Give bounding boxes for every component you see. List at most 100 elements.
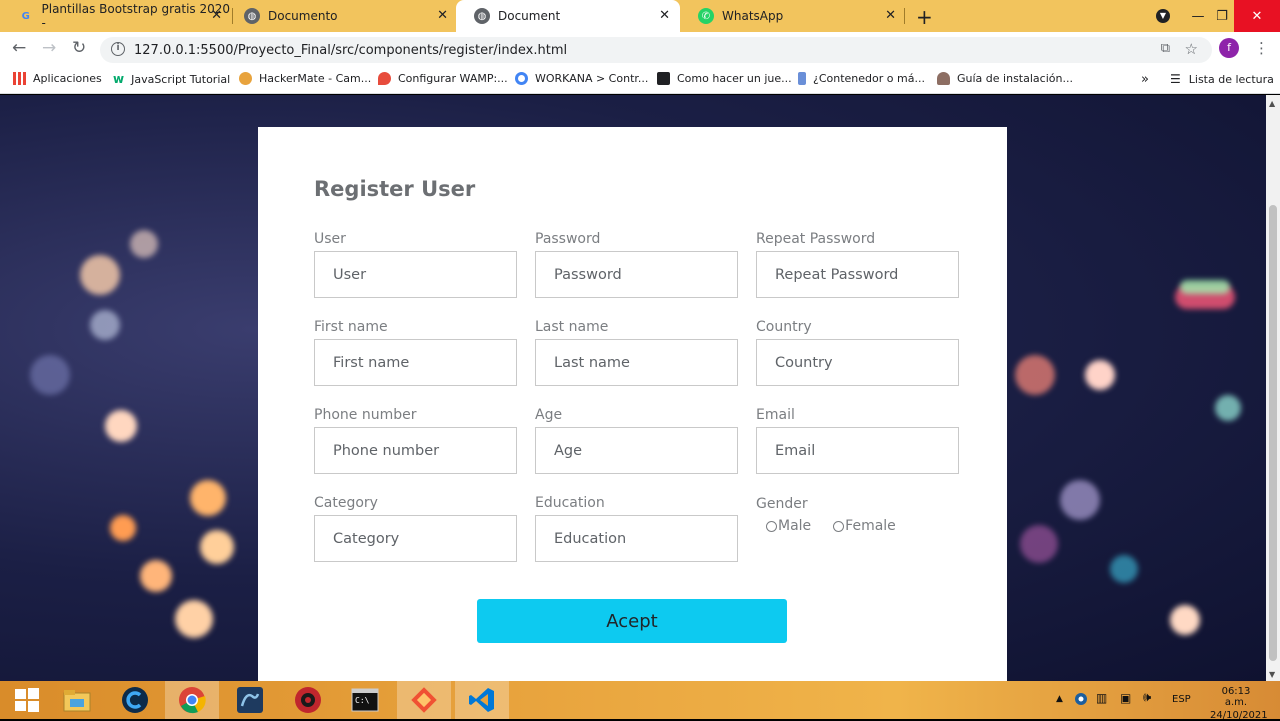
arrow-icon (798, 72, 806, 85)
bookmark-aplicaciones[interactable]: Aplicaciones (13, 72, 102, 85)
user-field: User (314, 231, 517, 298)
back-arrow-icon[interactable]: ← (12, 38, 26, 58)
network-icon[interactable]: ▣ (1120, 691, 1131, 705)
git-icon[interactable] (397, 681, 451, 719)
radio-circle-icon[interactable] (766, 520, 777, 532)
email-label: Email (756, 407, 795, 423)
category-field: Category (314, 495, 517, 562)
tab-whatsapp[interactable]: ✆ WhatsApp ✕ (680, 0, 906, 32)
user-label: User (314, 231, 346, 247)
gender-female-label: Female (845, 518, 896, 534)
education-input[interactable] (535, 515, 738, 562)
profile-avatar[interactable]: f (1219, 38, 1239, 58)
show-hidden-icons-button[interactable]: ▲ (1056, 694, 1063, 704)
email-input[interactable] (756, 427, 959, 474)
maximize-button[interactable]: ❐ (1210, 0, 1234, 32)
phone-number-field: Phone number (314, 407, 517, 474)
education-label: Education (535, 495, 605, 511)
first-name-field: First name (314, 319, 517, 386)
reload-icon[interactable]: ↻ (72, 38, 86, 58)
password-label: Password (535, 231, 601, 247)
accept-button[interactable]: Acept (477, 599, 787, 643)
bookmark-guia-instalacion[interactable]: Guía de instalación... (937, 72, 1073, 85)
first-name-label: First name (314, 319, 388, 335)
bookmark-label: JavaScript Tutorial (131, 72, 231, 86)
bookmark-hackermate[interactable]: HackerMate - Cam... (239, 72, 371, 85)
country-input[interactable] (756, 339, 959, 386)
last-name-input[interactable] (535, 339, 738, 386)
file-explorer-icon[interactable] (50, 681, 104, 719)
volume-icon[interactable]: 🕪 (1143, 690, 1151, 705)
age-field: Age (535, 407, 738, 474)
close-icon[interactable]: ✕ (885, 8, 896, 23)
clock[interactable]: 06:13 a.m. 24/10/2021 (1210, 686, 1268, 721)
age-input[interactable] (535, 427, 738, 474)
scroll-down-icon[interactable]: ▼ (1269, 670, 1275, 679)
bookmark-como-hacer-un-juego[interactable]: Como hacer un jue... (657, 72, 792, 85)
translate-icon[interactable]: ⧉ (1161, 41, 1170, 56)
tab-title: Plantillas Bootstrap gratis 2020 - (41, 2, 231, 30)
category-input[interactable] (314, 515, 517, 562)
bookmark-label: HackerMate - Cam... (259, 72, 372, 85)
country-label: Country (756, 319, 812, 335)
address-bar[interactable]: i 127.0.0.1:5500/Proyecto_Final/src/comp… (100, 37, 1212, 63)
repeat-password-input[interactable] (756, 251, 959, 298)
radio-circle-icon[interactable] (833, 520, 845, 532)
tab-title: Documento (268, 9, 338, 23)
forward-arrow-icon[interactable]: → (42, 38, 56, 58)
gender-female-radio[interactable]: Female (833, 518, 896, 534)
bookmark-label: Guía de instalación... (957, 72, 1073, 85)
device-icon[interactable]: ▥ (1096, 691, 1107, 705)
phone-number-input[interactable] (314, 427, 517, 474)
last-name-field: Last name (535, 319, 738, 386)
bookmark-contenedor[interactable]: ¿Contenedor o má... (798, 72, 925, 85)
bookmark-workana[interactable]: WORKANA > Contr... (515, 72, 648, 85)
close-window-button[interactable]: ✕ (1234, 0, 1280, 32)
close-icon[interactable]: ✕ (437, 8, 448, 23)
bookmarks-bar: Aplicaciones w JavaScript Tutorial Hacke… (0, 66, 1280, 94)
first-name-input[interactable] (314, 339, 517, 386)
whatsapp-icon: ✆ (698, 8, 714, 24)
gender-male-radio[interactable]: Male (766, 518, 811, 534)
globe-icon: ◍ (474, 8, 490, 24)
info-icon[interactable]: i (111, 42, 125, 56)
mysql-workbench-icon[interactable] (223, 681, 277, 719)
scrollbar-thumb[interactable] (1269, 205, 1277, 661)
star-icon[interactable]: ☆ (1185, 40, 1198, 58)
bookmarks-overflow-button[interactable]: » (1141, 72, 1149, 87)
tab-search-button[interactable]: ▼ (1150, 0, 1176, 32)
reading-list-button[interactable]: ☰ Lista de lectura (1170, 72, 1274, 86)
password-input[interactable] (535, 251, 738, 298)
page-viewport: Register User User Password Repeat Passw… (0, 95, 1266, 681)
windows-taskbar: C:\ (0, 681, 1280, 719)
gender-male-label: Male (778, 518, 812, 534)
bookmark-label: Aplicaciones (33, 72, 102, 85)
user-input[interactable] (314, 251, 517, 298)
terminal-icon[interactable]: C:\ (338, 681, 392, 719)
minimize-button[interactable]: — (1186, 0, 1210, 32)
ccleaner-icon[interactable] (108, 681, 162, 719)
davinci-icon[interactable] (281, 681, 335, 719)
bookmark-configurar-wamp[interactable]: Configurar WAMP:... (378, 72, 508, 85)
windows-start-icon[interactable] (0, 681, 54, 719)
bookmark-javascript-tutorial[interactable]: w JavaScript Tutorial (113, 72, 230, 86)
chrome-icon[interactable] (165, 681, 219, 719)
vscode-icon[interactable] (455, 681, 509, 719)
language-indicator[interactable]: ESP (1172, 694, 1191, 705)
new-tab-button[interactable]: + (916, 5, 933, 29)
close-icon[interactable]: ✕ (211, 8, 222, 23)
scroll-up-icon[interactable]: ▲ (1269, 99, 1275, 108)
menu-kebab-icon[interactable]: ⋮ (1254, 39, 1269, 57)
tab-plantillas-bootstrap[interactable]: G Plantillas Bootstrap gratis 2020 - ✕ (0, 0, 232, 32)
email-field: Email (756, 407, 959, 474)
tab-title: WhatsApp (722, 9, 784, 23)
page-scrollbar[interactable]: ▲ ▼ (1266, 95, 1280, 681)
gender-label: Gender (756, 496, 808, 512)
tab-documento[interactable]: ◍ Documento ✕ (226, 0, 458, 32)
tab-document[interactable]: ◍ Document ✕ (456, 0, 680, 32)
site-icon (657, 72, 670, 85)
close-icon[interactable]: ✕ (659, 8, 670, 23)
network-sync-icon[interactable] (1074, 692, 1088, 709)
reading-list-label: Lista de lectura (1188, 72, 1274, 86)
apps-grid-icon (13, 72, 26, 85)
